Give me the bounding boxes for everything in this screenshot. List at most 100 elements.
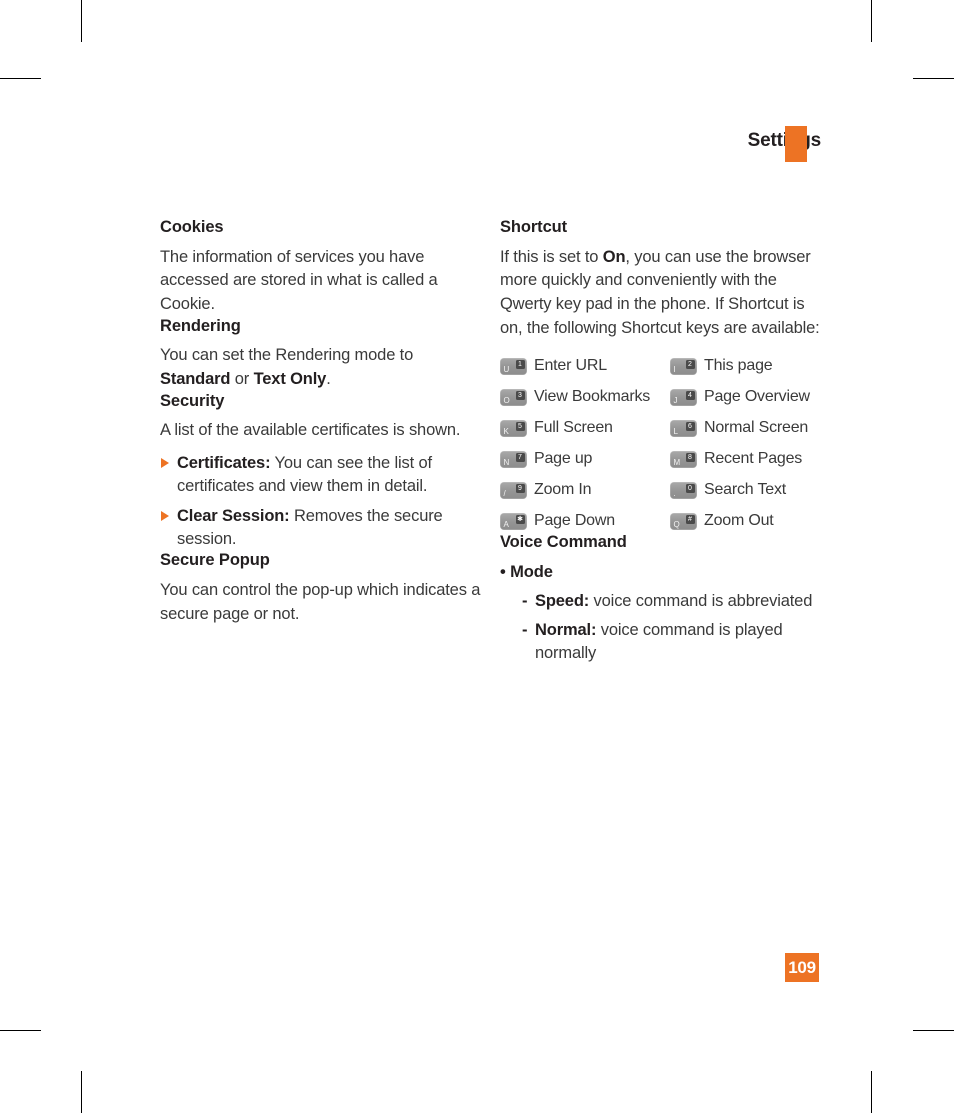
security-bullet-list: Certificates: You can see the list of ce…: [160, 452, 487, 551]
shortcut-key-grid: U 1 Enter URL I 2 This page O 3 View Bookmarks J 4…: [500, 354, 827, 533]
shortcut-key-row: . 0 Search Text: [670, 478, 827, 502]
shortcut-key-row: A ✱ Page Down: [500, 509, 670, 533]
keycap-letter: .: [673, 488, 676, 498]
list-item-term: Normal:: [535, 621, 597, 640]
voice-command-mode-label: • Mode: [500, 562, 553, 581]
body-text: or: [230, 369, 254, 388]
section-body-security: A list of the available certificates is …: [160, 421, 461, 440]
shortcut-key-label: Page Overview: [704, 388, 810, 406]
section-body-shortcut: If this is set to On, you can use the br…: [500, 246, 827, 340]
keycap-icon: N7: [500, 450, 527, 468]
keycap-letter: I: [673, 364, 676, 374]
keycap-icon: A ✱: [500, 512, 527, 530]
shortcut-key-label: View Bookmarks: [534, 388, 651, 406]
keycap-icon: U1: [500, 357, 527, 375]
emphasis-text: Text Only: [253, 369, 327, 388]
keycap-badge: 9: [515, 483, 525, 493]
keycap-badge: 8: [685, 452, 695, 462]
keycap-letter: O: [503, 395, 510, 405]
list-item-term: Speed:: [535, 591, 590, 610]
keycap-icon: Q #: [670, 512, 697, 530]
section-body-secure-popup: You can control the pop-up which indicat…: [160, 581, 481, 623]
keycap-badge: 4: [685, 390, 695, 400]
manual-page: Settings Cookies The information of serv…: [0, 0, 954, 1113]
keycap-icon: .0: [670, 481, 697, 499]
list-item-term: Clear Session:: [177, 507, 290, 526]
keycap-letter: L: [673, 426, 678, 436]
shortcut-key-row: K 5 Full Screen: [500, 416, 670, 440]
keycap-letter: M: [673, 457, 681, 467]
left-column: Cookies The information of services you …: [160, 218, 487, 626]
dash-bullet-icon: -: [522, 621, 528, 640]
keycap-icon: K5: [500, 419, 527, 437]
shortcut-key-row: I 2 This page: [670, 354, 827, 378]
body-text: If this is set to: [500, 247, 603, 266]
list-item-text: voice command is abbreviated: [589, 591, 813, 610]
right-column: Shortcut If this is set to On, you can u…: [500, 218, 827, 671]
triangle-bullet-icon: [161, 457, 169, 468]
section-heading-rendering: Rendering: [160, 316, 241, 335]
section-heading-security: Security: [160, 391, 225, 410]
keycap-badge: 0: [685, 483, 695, 493]
keycap-badge: 3: [515, 390, 525, 400]
emphasis-text: Standard: [160, 369, 231, 388]
keycap-icon: J4: [670, 388, 697, 406]
section-heading-voice-command: Voice Command: [500, 533, 627, 552]
keycap-icon: /9: [500, 481, 527, 499]
shortcut-key-row: /9 Zoom In: [500, 478, 670, 502]
shortcut-key-label: Page up: [534, 450, 593, 468]
shortcut-key-row: N 7 Page up: [500, 447, 670, 471]
triangle-bullet-icon: [161, 511, 169, 522]
section-heading-cookies: Cookies: [160, 218, 224, 236]
section-heading-shortcut: Shortcut: [500, 218, 568, 236]
shortcut-key-label: Full Screen: [534, 419, 613, 437]
keycap-badge: 2: [685, 359, 695, 369]
shortcut-key-label: Enter URL: [534, 357, 607, 375]
keycap-letter: K: [503, 426, 509, 436]
shortcut-key-label: Zoom Out: [704, 512, 774, 530]
keycap-badge: 1: [515, 359, 525, 369]
section-body-rendering: You can set the Rendering mode to Standa…: [160, 344, 487, 391]
shortcut-key-label: Normal Screen: [704, 419, 809, 437]
keycap-badge: 5: [515, 421, 525, 431]
keycap-icon: M8: [670, 450, 697, 468]
list-item: Clear Session: Removes the secure sessio…: [160, 505, 487, 551]
keycap-icon: I2: [670, 357, 697, 375]
keycap-letter: A: [503, 519, 509, 529]
keycap-letter: U: [503, 364, 510, 374]
keycap-badge: 7: [515, 452, 525, 462]
section-heading-secure-popup: Secure Popup: [160, 551, 270, 570]
shortcut-key-label: Zoom In: [534, 481, 592, 499]
keycap-letter: N: [503, 457, 510, 467]
shortcut-key-label: Page Down: [534, 512, 615, 530]
section-body-cookies: The information of services you have acc…: [160, 247, 438, 313]
keycap-badge: ✱: [515, 514, 525, 524]
shortcut-key-row: J 4 Page Overview: [670, 385, 827, 409]
shortcut-key-row: O 3 View Bookmarks: [500, 385, 670, 409]
section-tab-marker: [785, 126, 807, 162]
page-number-badge: 109: [785, 953, 819, 982]
shortcut-key-row: L 6 Normal Screen: [670, 416, 827, 440]
keycap-icon: L6: [670, 419, 697, 437]
keycap-icon: O3: [500, 388, 527, 406]
voice-command-mode-list: - Speed: voice command is abbreviated - …: [500, 590, 827, 665]
shortcut-key-label: Search Text: [704, 481, 786, 499]
dash-bullet-icon: -: [522, 591, 528, 610]
shortcut-key-row: Q # Zoom Out: [670, 509, 827, 533]
list-item-term: Certificates:: [177, 453, 271, 472]
keycap-badge: #: [685, 514, 695, 524]
shortcut-key-label: Recent Pages: [704, 450, 803, 468]
keycap-letter: /: [503, 488, 506, 498]
shortcut-key-row: M 8 Recent Pages: [670, 447, 827, 471]
shortcut-key-label: This page: [704, 357, 773, 375]
keycap-letter: J: [673, 395, 678, 405]
shortcut-key-row: U 1 Enter URL: [500, 354, 670, 378]
body-text: You can set the Rendering mode to: [160, 346, 414, 365]
list-item: Certificates: You can see the list of ce…: [160, 452, 487, 498]
list-item: - Speed: voice command is abbreviated: [522, 590, 827, 613]
keycap-badge: 6: [685, 421, 695, 431]
keycap-letter: Q: [673, 519, 680, 529]
list-item: - Normal: voice command is played normal…: [522, 619, 827, 665]
emphasis-text: On: [602, 247, 626, 266]
body-text: .: [326, 369, 331, 388]
